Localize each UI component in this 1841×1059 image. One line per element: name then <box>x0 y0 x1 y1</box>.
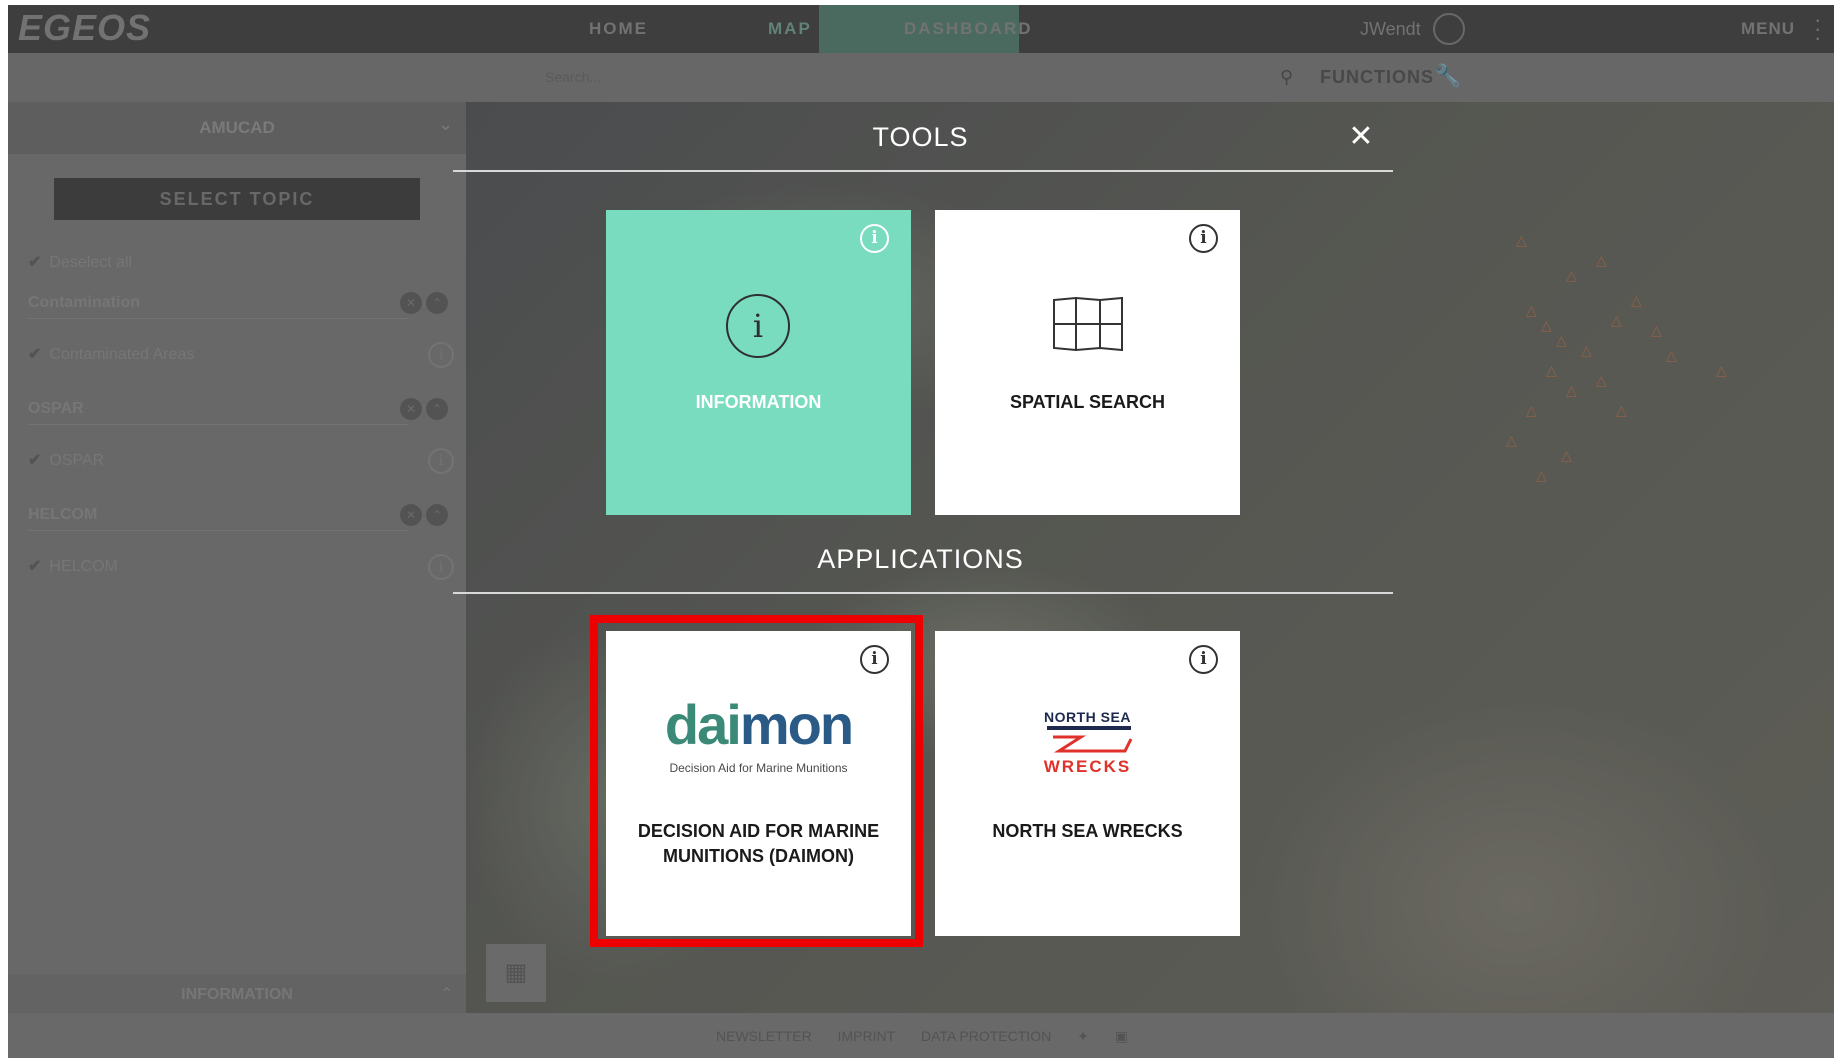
wreck-ship-icon <box>1047 726 1133 753</box>
daimon-logo-text: dai <box>664 693 742 756</box>
tool-card-information[interactable]: i i INFORMATION <box>606 210 911 515</box>
close-icon[interactable]: ✕ <box>1344 122 1378 156</box>
daimon-logo: daimon <box>606 697 911 753</box>
daimon-logo-tagline: Decision Aid for Marine Munitions <box>669 761 848 775</box>
info-icon[interactable]: i <box>1189 645 1218 674</box>
tool-card-label: INFORMATION <box>695 392 822 412</box>
info-icon[interactable]: i <box>1189 224 1218 253</box>
app-window: EGEOS HOME MAP DASHBOARD JWendt MENU · · ·… <box>8 5 1834 1058</box>
app-card-label: NORTH SEA WRECKS <box>992 821 1183 841</box>
info-icon[interactable]: i <box>860 645 889 674</box>
applications-heading: APPLICATIONS <box>817 544 1024 574</box>
modal-backdrop[interactable] <box>8 5 1834 1058</box>
tool-card-label: SPATIAL SEARCH <box>1009 392 1165 412</box>
info-icon[interactable]: i <box>860 224 889 253</box>
information-icon: i <box>726 294 790 358</box>
tool-card-spatial-search[interactable]: i SPATIAL SEARCH <box>935 210 1240 515</box>
tools-heading: TOOLS <box>872 122 969 152</box>
applications-divider <box>453 592 1393 594</box>
tools-divider <box>453 170 1393 172</box>
daimon-logo-text-suffix: mon <box>739 693 854 756</box>
nsw-logo-top: NORTH SEA <box>1044 709 1131 725</box>
app-card-label: DECISION AID FOR MARINE MUNITIONS (DAIMO… <box>637 821 880 866</box>
nsw-logo-bottom: WRECKS <box>1043 757 1132 776</box>
app-card-north-sea-wrecks[interactable]: i NORTH SEA WRECKS NORTH SEA WRECKS <box>935 631 1240 936</box>
app-card-daimon[interactable]: i daimon Decision Aid for Marine Munitio… <box>606 631 911 936</box>
map-grid-icon <box>1053 296 1123 352</box>
